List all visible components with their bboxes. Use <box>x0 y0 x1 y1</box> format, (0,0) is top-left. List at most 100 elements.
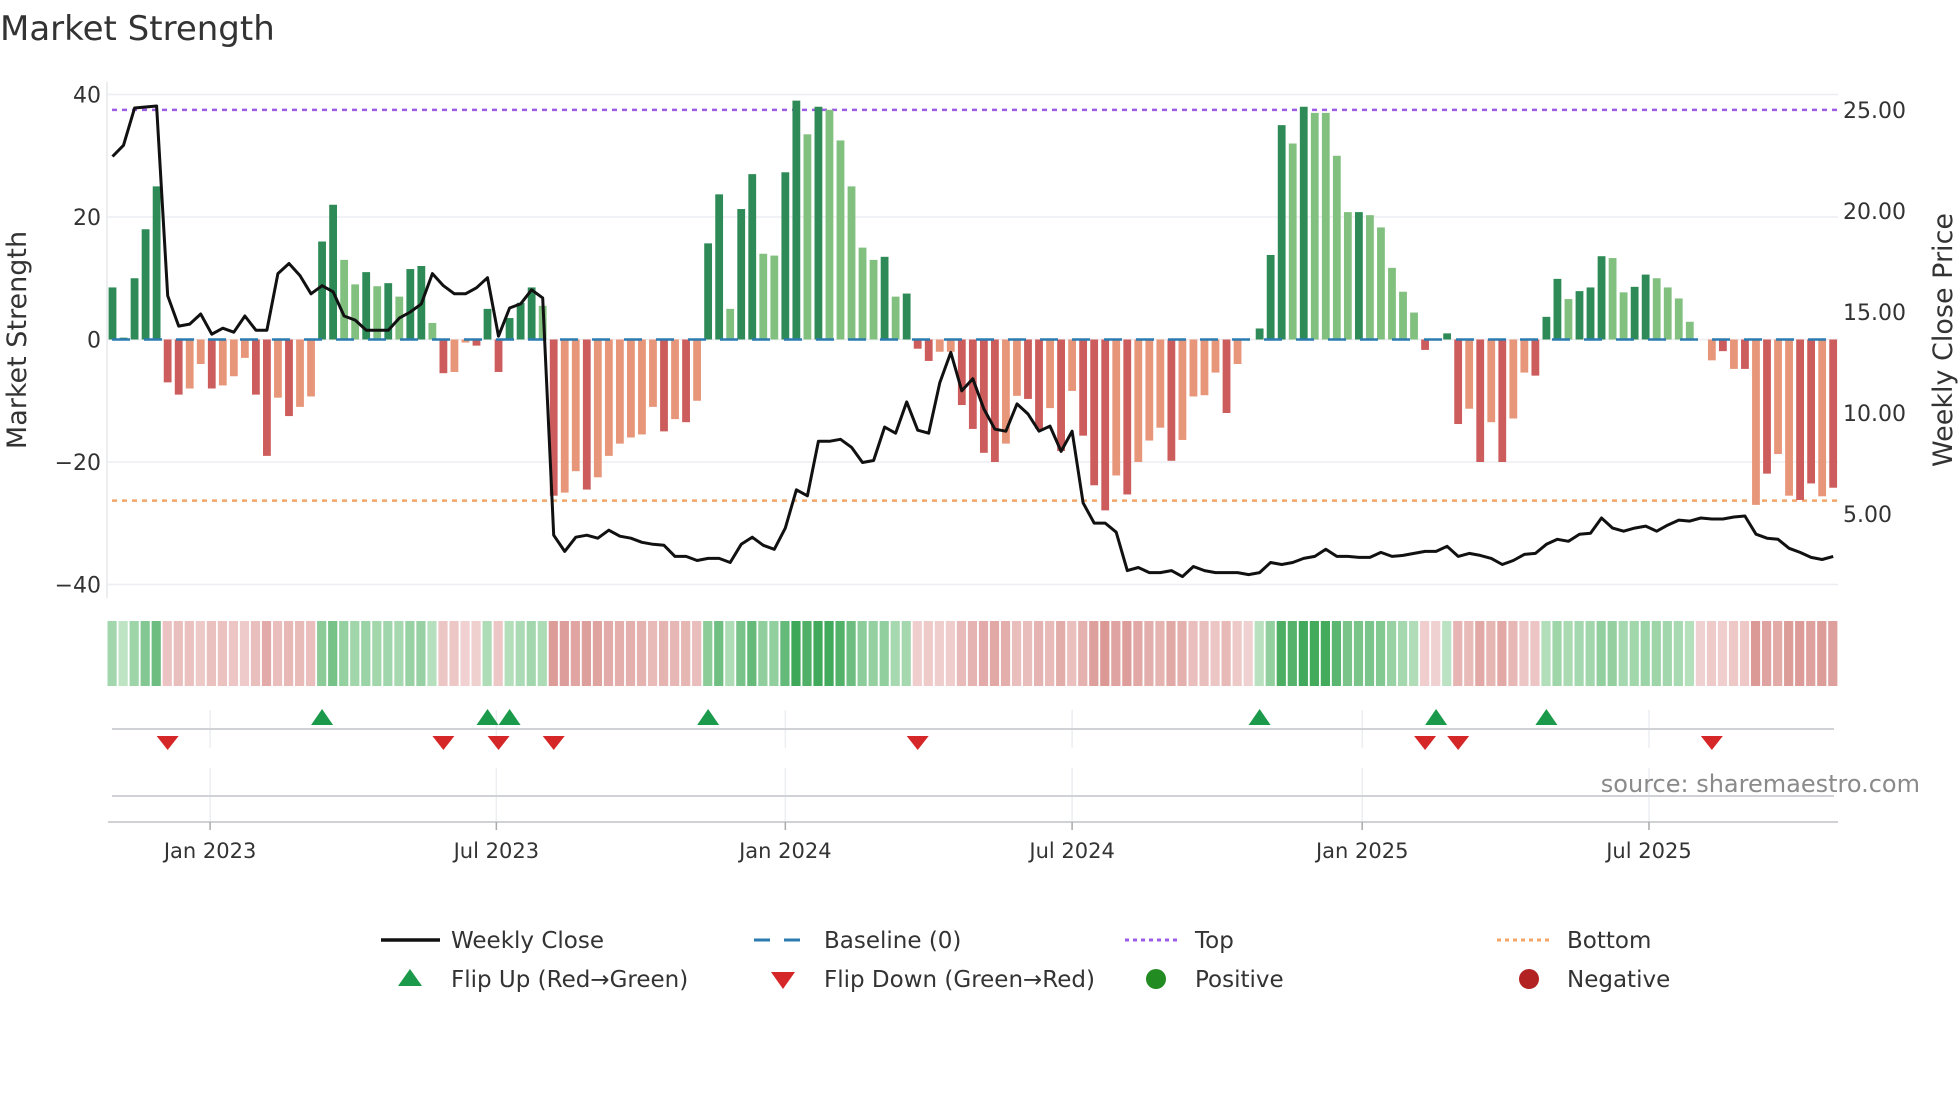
positive-bar <box>516 302 525 340</box>
regime-cell <box>328 621 338 686</box>
regime-cell <box>1188 621 1198 686</box>
negative-bar <box>174 339 183 395</box>
negative-bar <box>229 339 238 377</box>
positive-bar <box>1266 254 1275 340</box>
regime-cell <box>339 621 349 686</box>
positive-bar <box>880 256 889 340</box>
negative-bar <box>1112 339 1121 476</box>
negative-bar <box>604 339 613 456</box>
negative-bar <box>1200 339 1209 396</box>
regime-cell <box>350 621 360 686</box>
regime-cell <box>1089 621 1099 686</box>
negative-bar <box>638 339 646 435</box>
regime-cell <box>1000 621 1011 686</box>
regime-cell <box>791 621 801 686</box>
negative-bar <box>1101 339 1110 511</box>
regime-cell <box>493 621 503 686</box>
regime-cell <box>250 621 261 686</box>
regime-cell <box>1409 621 1419 686</box>
legend-item: Flip Down (Green→Red) <box>771 967 1095 993</box>
regime-cell <box>515 621 525 686</box>
y-tick-label: −20 <box>55 451 101 476</box>
regime-cell <box>449 621 459 686</box>
negative-bar <box>1211 339 1220 373</box>
negative-bar <box>1134 339 1143 462</box>
flip-up-marker <box>311 709 334 725</box>
negative-bar <box>196 339 205 364</box>
regime-cell <box>912 621 922 686</box>
negative-bar <box>582 339 591 490</box>
negative-bar <box>185 339 194 389</box>
regime-cell <box>1144 621 1154 686</box>
negative-bar <box>1818 339 1827 497</box>
negative-bar <box>1222 339 1231 413</box>
negative-bar <box>1013 339 1021 396</box>
legend-item: Negative <box>1519 967 1670 993</box>
x-tick-label: Jan 2023 <box>162 839 257 863</box>
negative-bar <box>946 339 955 352</box>
negative-bar <box>1189 339 1198 397</box>
regime-cell <box>195 621 205 686</box>
positive-bar <box>836 140 845 340</box>
chart-title: Market Strength <box>0 9 275 49</box>
legend-label: Flip Up (Red→Green) <box>451 967 688 993</box>
x-tick-label: Jan 2024 <box>737 839 832 863</box>
regime-cell <box>978 621 989 686</box>
regime-cell <box>1806 621 1816 686</box>
regime-cell <box>151 621 161 686</box>
positive-bar <box>1388 267 1396 340</box>
regime-cell <box>758 621 768 686</box>
regime-cell <box>1773 621 1783 686</box>
positive-bar <box>1674 298 1683 340</box>
negative-bar <box>1741 339 1749 369</box>
regime-cell <box>1287 621 1297 686</box>
negative-bar <box>979 339 988 453</box>
positive-bar <box>891 296 900 340</box>
circle-icon <box>1146 969 1166 989</box>
negative-bar <box>1520 339 1529 373</box>
x-tick-label: Jan 2025 <box>1314 839 1409 863</box>
negative-bar <box>1123 339 1132 495</box>
regime-cell <box>1276 621 1286 686</box>
regime-cell <box>879 621 889 686</box>
positive-bar <box>428 322 437 340</box>
positive-bar <box>1443 333 1452 340</box>
negative-bar <box>1454 339 1463 425</box>
negative-bar <box>560 339 569 493</box>
positive-bar <box>1641 274 1650 340</box>
flip-up-marker <box>697 709 720 725</box>
regime-cell <box>261 621 272 686</box>
regime-cell <box>570 621 580 686</box>
regime-cell <box>1431 621 1441 686</box>
negative-bar <box>924 339 933 361</box>
regime-cell <box>901 621 911 686</box>
y-axis-label: Market Strength <box>2 231 33 449</box>
regime-cell <box>383 621 393 686</box>
positive-bar <box>1410 312 1418 340</box>
positive-bar <box>141 229 150 340</box>
regime-cell <box>1298 621 1308 686</box>
regime-cell <box>802 621 812 686</box>
regime-cell <box>482 621 492 686</box>
negative-bar <box>1035 339 1043 429</box>
legend-label: Negative <box>1567 967 1670 993</box>
negative-bar <box>1465 339 1474 409</box>
triangle-down-icon <box>771 972 795 989</box>
regime-cell <box>306 621 316 686</box>
regime-cell <box>581 621 591 686</box>
negative-bar <box>307 339 315 397</box>
positive-bar <box>1685 321 1694 340</box>
y2-axis-label: Weekly Close Price <box>1928 213 1959 467</box>
y-tick-label: 20 <box>73 206 101 231</box>
regime-cell <box>868 621 878 686</box>
negative-bar <box>1156 339 1165 428</box>
positive-bar <box>1652 278 1661 340</box>
regime-cell <box>890 621 900 686</box>
regime-cell <box>1133 621 1143 686</box>
flip-down-marker <box>1414 736 1437 750</box>
regime-cell <box>1177 621 1187 686</box>
regime-cell <box>1508 621 1518 686</box>
regime-cell <box>140 621 150 686</box>
regime-cell <box>1243 621 1253 686</box>
regime-cell <box>1364 621 1375 686</box>
